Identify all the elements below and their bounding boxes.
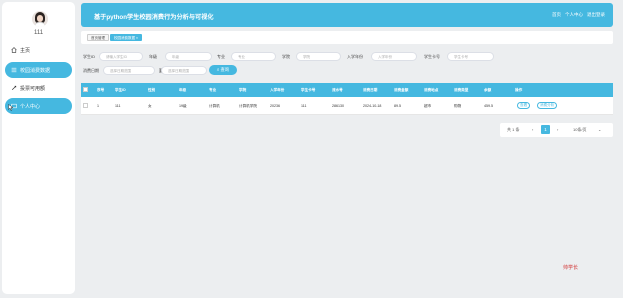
table-cell: 20236 [270, 104, 280, 108]
column-header: 序号 [97, 88, 105, 92]
vote-icon [11, 85, 17, 91]
column-header: 专业 [209, 88, 217, 92]
column-header: 学生卡号 [301, 88, 316, 92]
date-end-input[interactable]: 选择日期范围 [161, 66, 207, 75]
page-number-current[interactable]: 1 [541, 125, 550, 134]
sidebar-item-label: 个人中心 [20, 103, 41, 110]
list-icon [11, 67, 17, 73]
header-links: 首页 个人中心 退出登录 [552, 12, 605, 18]
watermark-label: 帅学长 [563, 265, 579, 271]
column-header: 消费日期 [363, 88, 378, 92]
column-header: 流水号 [332, 88, 343, 92]
student-id-input[interactable]: 请输入学生ID [99, 52, 143, 61]
username: 111 [33, 30, 44, 36]
table-cell: 1 [97, 104, 99, 108]
column-header: 年级 [179, 88, 187, 92]
sidebar-item-label: 校园消费数据 [20, 67, 51, 74]
column-header: 性别 [148, 88, 156, 92]
sidebar-item-home[interactable]: 主页 [5, 42, 72, 58]
table-cell: 89.5 [394, 104, 401, 108]
table-cell: 女 [148, 104, 152, 108]
page-title: 基于python学生校园消费行为分析与可视化 [94, 14, 214, 21]
tab-home[interactable]: 首页管理 [87, 34, 109, 41]
field-label: 专业 [217, 54, 225, 59]
table-header [81, 83, 613, 97]
total-count: 共 1 条 [507, 127, 520, 132]
sidebar: 111 主页 校园消费数据 投票可用额 个人中心 [2, 2, 75, 294]
table-cell: 2024-10-18 [363, 104, 382, 108]
row-checkbox[interactable] [83, 103, 88, 108]
page-size-select[interactable]: 10条/页 [573, 127, 587, 133]
table-cell: 111 [301, 104, 307, 108]
grade-input[interactable]: 年级 [165, 52, 212, 61]
table-cell: 459.5 [484, 104, 493, 108]
next-page-button[interactable]: › [557, 127, 558, 132]
field-label: 学生卡号 [424, 54, 440, 59]
column-header: 消费金额 [394, 88, 409, 92]
analysis-button[interactable]: 消费分析 [537, 102, 558, 109]
sidebar-item-label: 主页 [20, 47, 31, 54]
tab-bar: 首页管理 校园消费数据 × [81, 31, 613, 44]
table-cell: 计算机 [209, 104, 220, 108]
data-table: 序号 学生ID 性别 年级 专业 学院 入学年份 学生卡号 流水号 消费日期 消… [81, 83, 613, 115]
college-input[interactable]: 学院 [296, 52, 341, 61]
column-header: 入学年份 [270, 88, 285, 92]
search-icon: ⌕ [216, 67, 220, 72]
field-label: 入学年份 [347, 54, 363, 59]
view-button[interactable]: 查看 [517, 102, 531, 109]
header-link-home[interactable]: 首页 [552, 12, 561, 18]
enroll-year-input[interactable]: 入学年份 [371, 52, 417, 61]
table-row[interactable] [81, 97, 613, 115]
date-start-input[interactable]: 选择日期范围 [103, 66, 155, 75]
chevron-down-icon: ⌄ [598, 127, 602, 132]
field-label: 学院 [282, 54, 290, 59]
field-label: 年级 [149, 54, 157, 59]
column-header: 学院 [239, 88, 247, 92]
column-header: 余额 [484, 88, 492, 92]
table-cell: 19级 [179, 104, 187, 108]
sidebar-item-profile[interactable]: 个人中心 [5, 98, 72, 114]
home-icon [11, 47, 17, 53]
search-button[interactable]: ⌕ 查询 [209, 65, 237, 75]
header-link-profile[interactable]: 个人中心 [565, 12, 583, 18]
major-input[interactable]: 专业 [231, 52, 276, 61]
avatar[interactable] [32, 11, 48, 27]
table-cell: 超市 [424, 104, 432, 108]
sidebar-item-label: 投票可用额 [20, 85, 46, 92]
field-label: 消费日期 [83, 68, 99, 73]
select-all-checkbox[interactable] [83, 87, 88, 92]
tab-consumption-data[interactable]: 校园消费数据 × [110, 34, 143, 41]
column-header: 学生ID [115, 88, 126, 92]
search-button-label: 查询 [220, 67, 230, 72]
table-cell: 286130 [332, 104, 344, 108]
top-header: 基于python学生校园消费行为分析与可视化 首页 个人中心 退出登录 [81, 3, 613, 27]
column-header: 消费类型 [454, 88, 469, 92]
mouse-cursor-icon [8, 104, 13, 111]
column-header: 消费地点 [424, 88, 439, 92]
column-header: 操作 [515, 88, 523, 92]
pagination: 共 1 条 ‹ 1 › 10条/页 ⌄ [500, 123, 613, 137]
table-cell: 购物 [454, 104, 462, 108]
table-cell: 计算机学院 [239, 104, 257, 108]
card-number-input[interactable]: 学生卡号 [447, 52, 494, 61]
sidebar-item-vote[interactable]: 投票可用额 [5, 80, 72, 96]
prev-page-button[interactable]: ‹ [532, 127, 533, 132]
table-cell: 111 [115, 104, 121, 108]
header-link-logout[interactable]: 退出登录 [587, 12, 605, 18]
sidebar-item-consumption[interactable]: 校园消费数据 [5, 62, 72, 78]
search-panel: 学生ID 请输入学生ID 年级 年级 专业 专业 学院 学院 入学年份 入学年份… [81, 48, 613, 80]
field-label: 学生ID [83, 54, 95, 59]
